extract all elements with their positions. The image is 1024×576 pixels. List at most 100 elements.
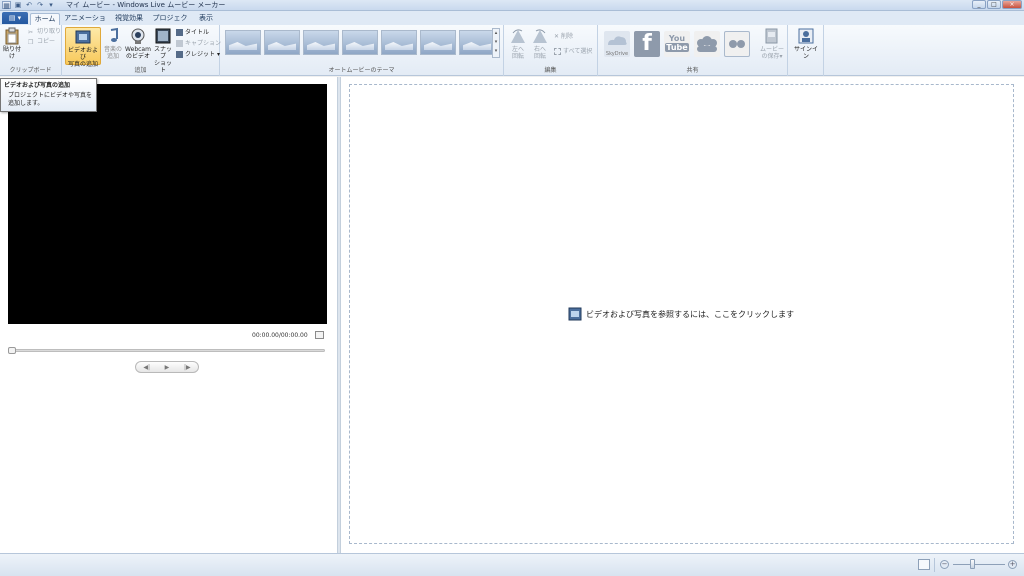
credits-button[interactable]: クレジット ▾: [176, 50, 220, 59]
window-title: マイ ムービー - Windows Live ムービー メーカー: [66, 1, 226, 9]
theme-cinematic[interactable]: [303, 30, 339, 55]
facebook-icon: f: [642, 31, 652, 56]
next-frame-icon[interactable]: |▶: [184, 364, 191, 371]
signin-icon: [798, 28, 814, 44]
flickr-icon: [729, 40, 745, 48]
add-group: ビデオおよび 写真の追加 音楽の 追加 Webcam のビデオ スナップ ショッ…: [62, 25, 221, 76]
copy-icon: ❐: [28, 39, 34, 46]
theme-gallery-scroll[interactable]: ▴ ▾ ▾: [492, 28, 500, 58]
tab-home[interactable]: ホーム: [30, 13, 60, 25]
qat-dropdown-icon[interactable]: ▾: [47, 1, 55, 9]
signin-button[interactable]: サインイン: [792, 27, 820, 60]
snapshot-icon: [155, 28, 171, 44]
facebook-button[interactable]: f: [634, 31, 660, 57]
ribbon-tabs: ▤ ▾ ホーム アニメーション 視覚効果 プロジェクト 表示: [0, 11, 1024, 33]
theme-black-white[interactable]: [420, 30, 456, 55]
rotate-left-button[interactable]: 左へ 回転: [508, 27, 528, 60]
playback-controls: ◀| ▶ |▶: [135, 361, 199, 373]
theme-sepia[interactable]: [459, 30, 495, 55]
play-icon[interactable]: ▶: [165, 364, 170, 371]
maximize-button[interactable]: □: [987, 0, 1001, 9]
copy-button[interactable]: ❐ コピー: [28, 37, 55, 46]
empty-storyboard-message[interactable]: ビデオおよび写真を参照するには、ここをクリックします: [568, 307, 794, 321]
tab-animations[interactable]: アニメーション: [64, 13, 106, 33]
clipboard-group-label: クリップボード: [9, 67, 52, 74]
save-icon[interactable]: ▣: [14, 1, 22, 9]
file-menu-icon: ▤: [8, 14, 18, 22]
redo-icon[interactable]: ↷: [36, 1, 44, 9]
chevron-up-icon: ▴: [494, 30, 498, 36]
zoom-out-icon[interactable]: −: [940, 560, 949, 569]
cut-button[interactable]: ✂ 切り取り: [28, 27, 61, 36]
credits-icon: [176, 51, 183, 58]
skydrive-button[interactable]: SkyDrive: [604, 31, 630, 57]
storyboard-drop-area[interactable]: ビデオおよび写真を参照するには、ここをクリックします: [349, 84, 1014, 544]
rotate-right-button[interactable]: 右へ 回転: [530, 27, 550, 60]
video-preview-monitor[interactable]: [8, 84, 327, 324]
storyboard-pane: ビデオおよび写真を参照するには、ここをクリックします: [341, 77, 1024, 553]
paste-button[interactable]: 貼り付け: [3, 27, 21, 60]
save-movie-button[interactable]: ムービー の保存▾: [758, 27, 786, 60]
seek-bar[interactable]: [8, 349, 325, 352]
share-group: SkyDrive f You Tube ムービー の保存▾ 共有: [598, 25, 788, 76]
tab-visual-effects[interactable]: 視覚効果: [112, 13, 146, 25]
undo-icon[interactable]: ↶: [25, 1, 33, 9]
add-group-label: 追加: [134, 67, 147, 74]
preview-pane: 00:00.00/00:00.00 ◀| ▶ |▶: [0, 77, 337, 553]
flickr-button[interactable]: [724, 31, 750, 57]
add-music-button[interactable]: 音楽の 追加: [102, 27, 124, 60]
tooltip-title: ビデオおよび写真の追加: [4, 82, 71, 89]
add-videos-tooltip: ビデオおよび写真の追加 プロジェクトにビデオや写真を追加します。: [0, 78, 97, 112]
minimize-button[interactable]: _: [972, 0, 986, 9]
save-movie-icon: [765, 28, 778, 44]
groups-button[interactable]: [694, 31, 720, 57]
select-all-button[interactable]: すべて選択: [554, 47, 592, 56]
tab-view[interactable]: 表示: [194, 13, 218, 25]
scissors-icon: ✂: [28, 29, 34, 36]
youtube-button[interactable]: You Tube: [664, 31, 690, 57]
signin-group: サインイン: [788, 25, 824, 76]
title-bar: ▦ ▣ ↶ ↷ ▾ マイ ムービー - Windows Live ムービー メー…: [0, 0, 1024, 11]
app-menu-icon[interactable]: ▦: [2, 1, 11, 10]
theme-pan-zoom[interactable]: [381, 30, 417, 55]
zoom-slider-thumb[interactable]: [970, 559, 975, 569]
caption-icon: [176, 40, 183, 47]
zoom-in-icon[interactable]: +: [1008, 560, 1017, 569]
chevron-down-icon: ▾: [779, 53, 783, 60]
title-button[interactable]: タイトル: [176, 28, 209, 37]
split-icon[interactable]: [315, 331, 324, 339]
zoom-slider-track[interactable]: [953, 564, 1005, 565]
tab-project[interactable]: プロジェクト: [152, 13, 188, 33]
ribbon: 貼り付け ✂ 切り取り ❐ コピー クリップボード ビデオおよび 写真の追加 音楽の…: [0, 25, 1024, 76]
clipboard-group: 貼り付け ✂ 切り取り ❐ コピー クリップボード: [0, 25, 62, 76]
webcam-video-button[interactable]: Webcam のビデオ: [125, 27, 151, 60]
seek-thumb[interactable]: [8, 347, 16, 354]
caption-button[interactable]: キャプション: [176, 39, 221, 48]
paste-icon: [5, 27, 19, 45]
previous-frame-icon[interactable]: ◀|: [143, 364, 150, 371]
automovie-group-label: オートムービーのテーマ: [328, 67, 395, 74]
tooltip-body: プロジェクトにビデオや写真を追加します。: [8, 92, 93, 107]
skydrive-icon: [608, 36, 627, 45]
thumbnail-size-icon[interactable]: [918, 559, 930, 570]
delete-button[interactable]: ✕ 削除: [554, 32, 573, 41]
quick-access-toolbar: ▦ ▣ ↶ ↷ ▾: [2, 1, 55, 10]
share-group-label: 共有: [686, 67, 699, 74]
window-controls: _ □ ×: [972, 0, 1022, 9]
youtube-icon: You: [668, 34, 686, 43]
delete-icon: ✕: [554, 33, 560, 40]
theme-contemporary[interactable]: [264, 30, 300, 55]
edit-group-label: 編集: [544, 67, 557, 74]
close-button[interactable]: ×: [1002, 0, 1022, 9]
film-photo-icon: [75, 30, 91, 44]
add-videos-photos-button[interactable]: ビデオおよび 写真の追加: [65, 27, 101, 68]
status-separator: [934, 558, 935, 572]
edit-group: 左へ 回転 右へ 回転 ✕ 削除 すべて選択 編集: [504, 25, 598, 76]
add-media-icon: [568, 307, 582, 321]
status-bar: − +: [0, 553, 1024, 576]
theme-fade[interactable]: [342, 30, 378, 55]
chevron-down-icon: ▾: [494, 39, 498, 45]
file-menu-button[interactable]: ▤ ▾: [2, 12, 28, 24]
theme-default[interactable]: [225, 30, 261, 55]
music-note-icon: [110, 27, 118, 42]
